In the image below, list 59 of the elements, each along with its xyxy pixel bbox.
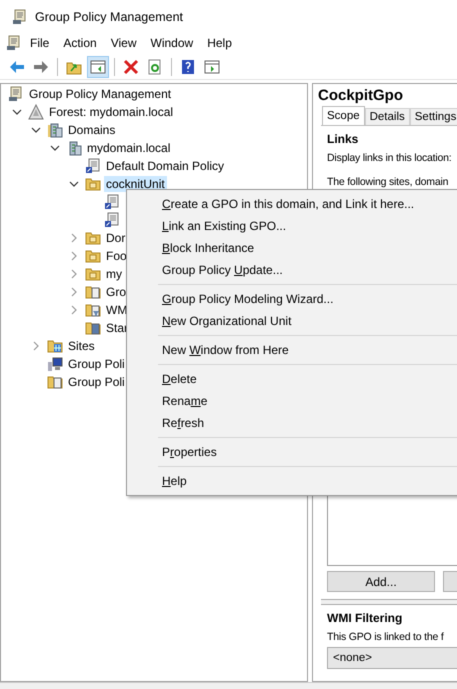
tree-item[interactable]: Group Policy Management xyxy=(27,86,174,102)
tree-item[interactable]: Domains xyxy=(66,122,118,138)
menu-item[interactable]: Group Policy Modeling Wizard... xyxy=(127,288,457,310)
menu-item[interactable]: Rename xyxy=(127,390,457,412)
pane-icon[interactable] xyxy=(87,56,109,78)
tree-item[interactable]: my xyxy=(104,266,124,282)
gpo-title: CockpitGpo xyxy=(317,86,404,106)
menu-item[interactable]: Group Policy Update... xyxy=(127,259,457,281)
window-title: Group Policy Management xyxy=(35,10,183,24)
wmi-description: This GPO is linked to the f xyxy=(327,631,445,643)
list-caption: The following sites, domain xyxy=(327,176,450,188)
menu-item[interactable]: New Window from Here xyxy=(127,339,457,361)
folder-icon xyxy=(85,302,101,318)
tab[interactable]: Scope xyxy=(322,106,365,125)
folder-icon xyxy=(85,230,101,246)
tree-item[interactable]: Dor xyxy=(104,230,128,246)
menu-item[interactable]: Delete xyxy=(127,368,457,390)
wmi-filter-dropdown[interactable]: <none> xyxy=(327,647,457,669)
folder-icon xyxy=(47,374,63,390)
folder-icon xyxy=(85,266,101,282)
tree-item[interactable]: Group Poli xyxy=(66,374,127,390)
policy-link-icon xyxy=(104,212,120,228)
tab[interactable]: Settings xyxy=(410,108,457,125)
tree-item[interactable]: Group Poli xyxy=(66,356,127,372)
section-heading: WMI Filtering xyxy=(327,611,404,625)
section-heading: Links xyxy=(327,132,360,146)
tree-item[interactable]: mydomain.local xyxy=(85,140,172,156)
tree-item[interactable]: Forest: mydomain.local xyxy=(47,104,176,120)
console-icon xyxy=(8,86,24,102)
policy-link-icon xyxy=(104,194,120,210)
folder-icon xyxy=(85,320,101,336)
folder-icon xyxy=(85,284,101,300)
menu-bar-item[interactable]: View xyxy=(104,36,142,50)
tree-item[interactable]: Sites xyxy=(66,338,97,354)
tree-item[interactable]: Gro xyxy=(104,284,128,300)
building-icon xyxy=(47,122,63,138)
menu-item[interactable]: Properties xyxy=(127,441,457,463)
console-icon xyxy=(12,9,28,25)
menu-item[interactable]: Block Inheritance xyxy=(127,237,457,259)
menu-item[interactable]: Link an Existing GPO... xyxy=(127,215,457,237)
computer-icon xyxy=(47,356,63,372)
triangle-icon xyxy=(28,104,44,120)
console-icon[interactable] xyxy=(6,35,22,51)
display-links-label: Display links in this location: xyxy=(327,152,453,164)
menu-bar-item[interactable]: Help xyxy=(201,36,238,50)
menu-item[interactable]: Create a GPO in this domain, and Link it here... xyxy=(127,193,457,215)
tree-item[interactable]: Default Domain Policy xyxy=(104,158,226,174)
add-button[interactable]: Add... xyxy=(327,571,435,592)
folder-icon xyxy=(47,338,63,354)
menu-item[interactable]: Help xyxy=(127,470,457,492)
menu-bar-item[interactable]: Window xyxy=(144,36,200,50)
policy-link-icon xyxy=(85,158,101,174)
menu-bar-item[interactable]: File xyxy=(24,36,56,50)
menu-item[interactable]: Refresh xyxy=(127,412,457,434)
tab[interactable]: Details xyxy=(364,108,410,125)
tree-item[interactable]: Foo xyxy=(104,248,129,264)
folder-icon xyxy=(85,176,101,192)
menu-bar-item[interactable]: Action xyxy=(57,36,103,50)
folder-icon xyxy=(85,248,101,264)
